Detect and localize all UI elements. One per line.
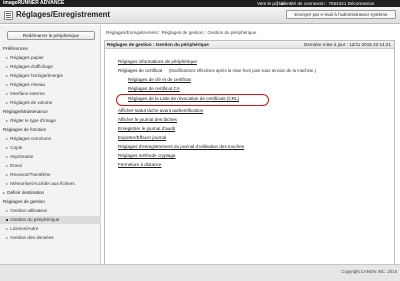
sidebar-item-data-management[interactable]: ▸ Gestion des données [0,234,101,242]
sidebar-item-label: Réglages réseau [10,82,46,87]
page-title: Réglages/Enregistrement [16,10,111,19]
chevron-right-icon: ▸ [6,154,9,159]
sidebar-item-label: Interface externe [10,91,45,96]
sidebar-item-display[interactable]: ▸ Réglages d'affichage [0,63,101,71]
chevron-right-icon: ▸ [6,100,9,105]
export-clear-log-link[interactable]: Exporter/Effacer journal [118,135,166,141]
sidebar-item-label: Réglage/Maintenance [3,109,48,114]
job-status-link[interactable]: Afficher statut tâche avant authentifica… [118,108,203,114]
top-bar: imageRUNNER ADVANCE Vers le portail Iden… [0,0,400,7]
ca-certificate-link[interactable]: Réglages de certificat CA [128,86,180,92]
chevron-right-icon: ▸ [6,163,9,168]
certificate-settings-label: Réglages de certificat [118,68,163,73]
sidebar-item-label: Imprimante [10,154,34,159]
chevron-right-icon: ▸ [6,64,9,69]
chevron-right-icon: ▸ [6,208,9,213]
copyright: Copyright CANON INC. 2015 [341,269,397,274]
sidebar-item-label: Gestion utilisateur [10,208,48,213]
sidebar-item-printer[interactable]: ▸ Imprimante [0,153,101,161]
sidebar-item-set-destination[interactable]: ▸ Définir destination [0,189,101,197]
sidebar-item-copy[interactable]: ▸ Copie [0,144,101,152]
sidebar-item-label: Recevoir/Transférer [10,172,51,177]
sidebar-item-preferences[interactable]: Préférences [0,45,101,53]
chevron-right-icon: ▸ [6,235,9,240]
sidebar-item-management-settings[interactable]: Réglages de gestion [0,198,101,206]
sidebar-item-label: Réglages de gestion [3,199,45,204]
chevron-right-icon: ▸ [6,73,9,78]
divider [277,1,278,6]
bullet-icon: ■ [6,217,9,222]
key-usage-log-link[interactable]: Réglages d'enregistrement du journal d'u… [118,144,244,150]
device-info-link[interactable]: Réglages informations de périphérique [118,59,197,65]
key-certificate-link[interactable]: Réglages de clé et de certificat [128,77,191,83]
sidebar-item-label: Réglages communs [10,136,51,141]
chevron-right-icon: ▸ [6,55,9,60]
sidebar-item-label: Réglages horloge/énergie [10,73,63,78]
crl-highlight-annotation [116,94,269,106]
sidebar-item-function-settings[interactable]: Réglages de fonction [0,126,101,134]
sidebar-item-label: Mémoriser/Accéder aux fichiers [10,181,75,186]
sidebar-item-label: Licence/Autre [10,226,39,231]
save-audit-log-link[interactable]: Enregistrer le journal d'audit [118,126,175,132]
chevron-right-icon: ▸ [6,118,9,123]
sidebar-item-label: Régler le type d'image [10,118,56,123]
sidebar-item-label: Réglages d'affichage [10,64,53,69]
certificate-note: (Modifications effectives après la mise … [169,68,317,73]
chevron-right-icon: ▸ [6,226,9,231]
panel-header: Réglages de gestion : Gestion du périphé… [105,41,394,49]
chevron-right-icon: ▸ [6,91,9,96]
crypto-method-link[interactable]: Réglages méthode cryptage [118,153,175,159]
login-info[interactable]: Identité de connexion : 7654321 Déconnex… [281,1,374,6]
settings-list-icon [4,11,13,20]
restart-device-button[interactable]: Redémarrer le périphérique [7,31,95,40]
chevron-right-icon: ▸ [6,136,9,141]
job-log-link[interactable]: Afficher le journal des tâches [118,117,177,123]
sidebar-item-clock-energy[interactable]: ▸ Réglages horloge/énergie [0,72,101,80]
sidebar-item-label: Préférences [3,46,28,51]
sidebar-item-label: Réglages de fonction [3,127,47,132]
sidebar-item-device-management[interactable]: ■ Gestion du périphérique [0,216,101,224]
sidebar-item-paper[interactable]: ▸ Réglages papier [0,54,101,62]
brand-logo: imageRUNNER ADVANCE [3,0,65,6]
sidebar-item-common[interactable]: ▸ Réglages communs [0,135,101,143]
footer: Copyright CANON INC. 2015 [0,264,400,281]
sidebar-item-user-management[interactable]: ▸ Gestion utilisateur [0,207,101,215]
sidebar-item-volume[interactable]: ▸ Réglages de volume [0,99,101,107]
chevron-right-icon: ▸ [6,181,9,186]
send-admin-email-button[interactable]: Envoyer par e-mail à l'administrateur sy… [286,10,396,19]
chevron-right-icon: ▸ [3,190,6,195]
sidebar-item-label: Définir destination [7,190,45,195]
chevron-right-icon: ▸ [6,82,9,87]
sidebar-item-network[interactable]: ▸ Réglages réseau [0,81,101,89]
chevron-right-icon: ▸ [6,145,9,150]
sidebar-item-label: Gestion des données [10,235,54,240]
chevron-right-icon: ▸ [6,172,9,177]
sidebar-item-license-other[interactable]: ▸ Licence/Autre [0,225,101,233]
sidebar-item-image-type[interactable]: ▸ Régler le type d'image [0,117,101,125]
device-management-panel: Réglages de gestion : Gestion du périphé… [104,40,395,270]
sidebar-item-receive-forward[interactable]: ▸ Recevoir/Transférer [0,171,101,179]
panel-title: Réglages de gestion : Gestion du périphé… [107,42,209,47]
last-update-date: Dernière mise à jour : 12/11 2015 22:14:… [304,42,391,47]
sidebar-item-label: Copie [10,145,23,150]
sidebar-item-store-access-files[interactable]: ▸ Mémoriser/Accéder aux fichiers [0,180,101,188]
title-bar: Réglages/Enregistrement Envoyer par e-ma… [0,7,400,24]
sidebar: Redémarrer le périphérique Préférences ▸… [0,25,101,274]
sidebar-item-label: Réglages de volume [10,100,53,105]
main-content: Réglages/Enregistrement : Réglages de ge… [104,28,395,271]
breadcrumb: Réglages/Enregistrement : Réglages de ge… [106,30,257,35]
remote-shutdown-link[interactable]: Fermeture à distance [118,162,161,168]
sidebar-item-send[interactable]: ▸ Envoi [0,162,101,170]
sidebar-item-label: Gestion du périphérique [10,217,60,222]
sidebar-item-label: Envoi [10,163,22,168]
sidebar-item-label: Réglages papier [10,55,44,60]
sidebar-item-maintenance[interactable]: Réglage/Maintenance [0,108,101,116]
sidebar-item-external-interface[interactable]: ▸ Interface externe [0,90,101,98]
